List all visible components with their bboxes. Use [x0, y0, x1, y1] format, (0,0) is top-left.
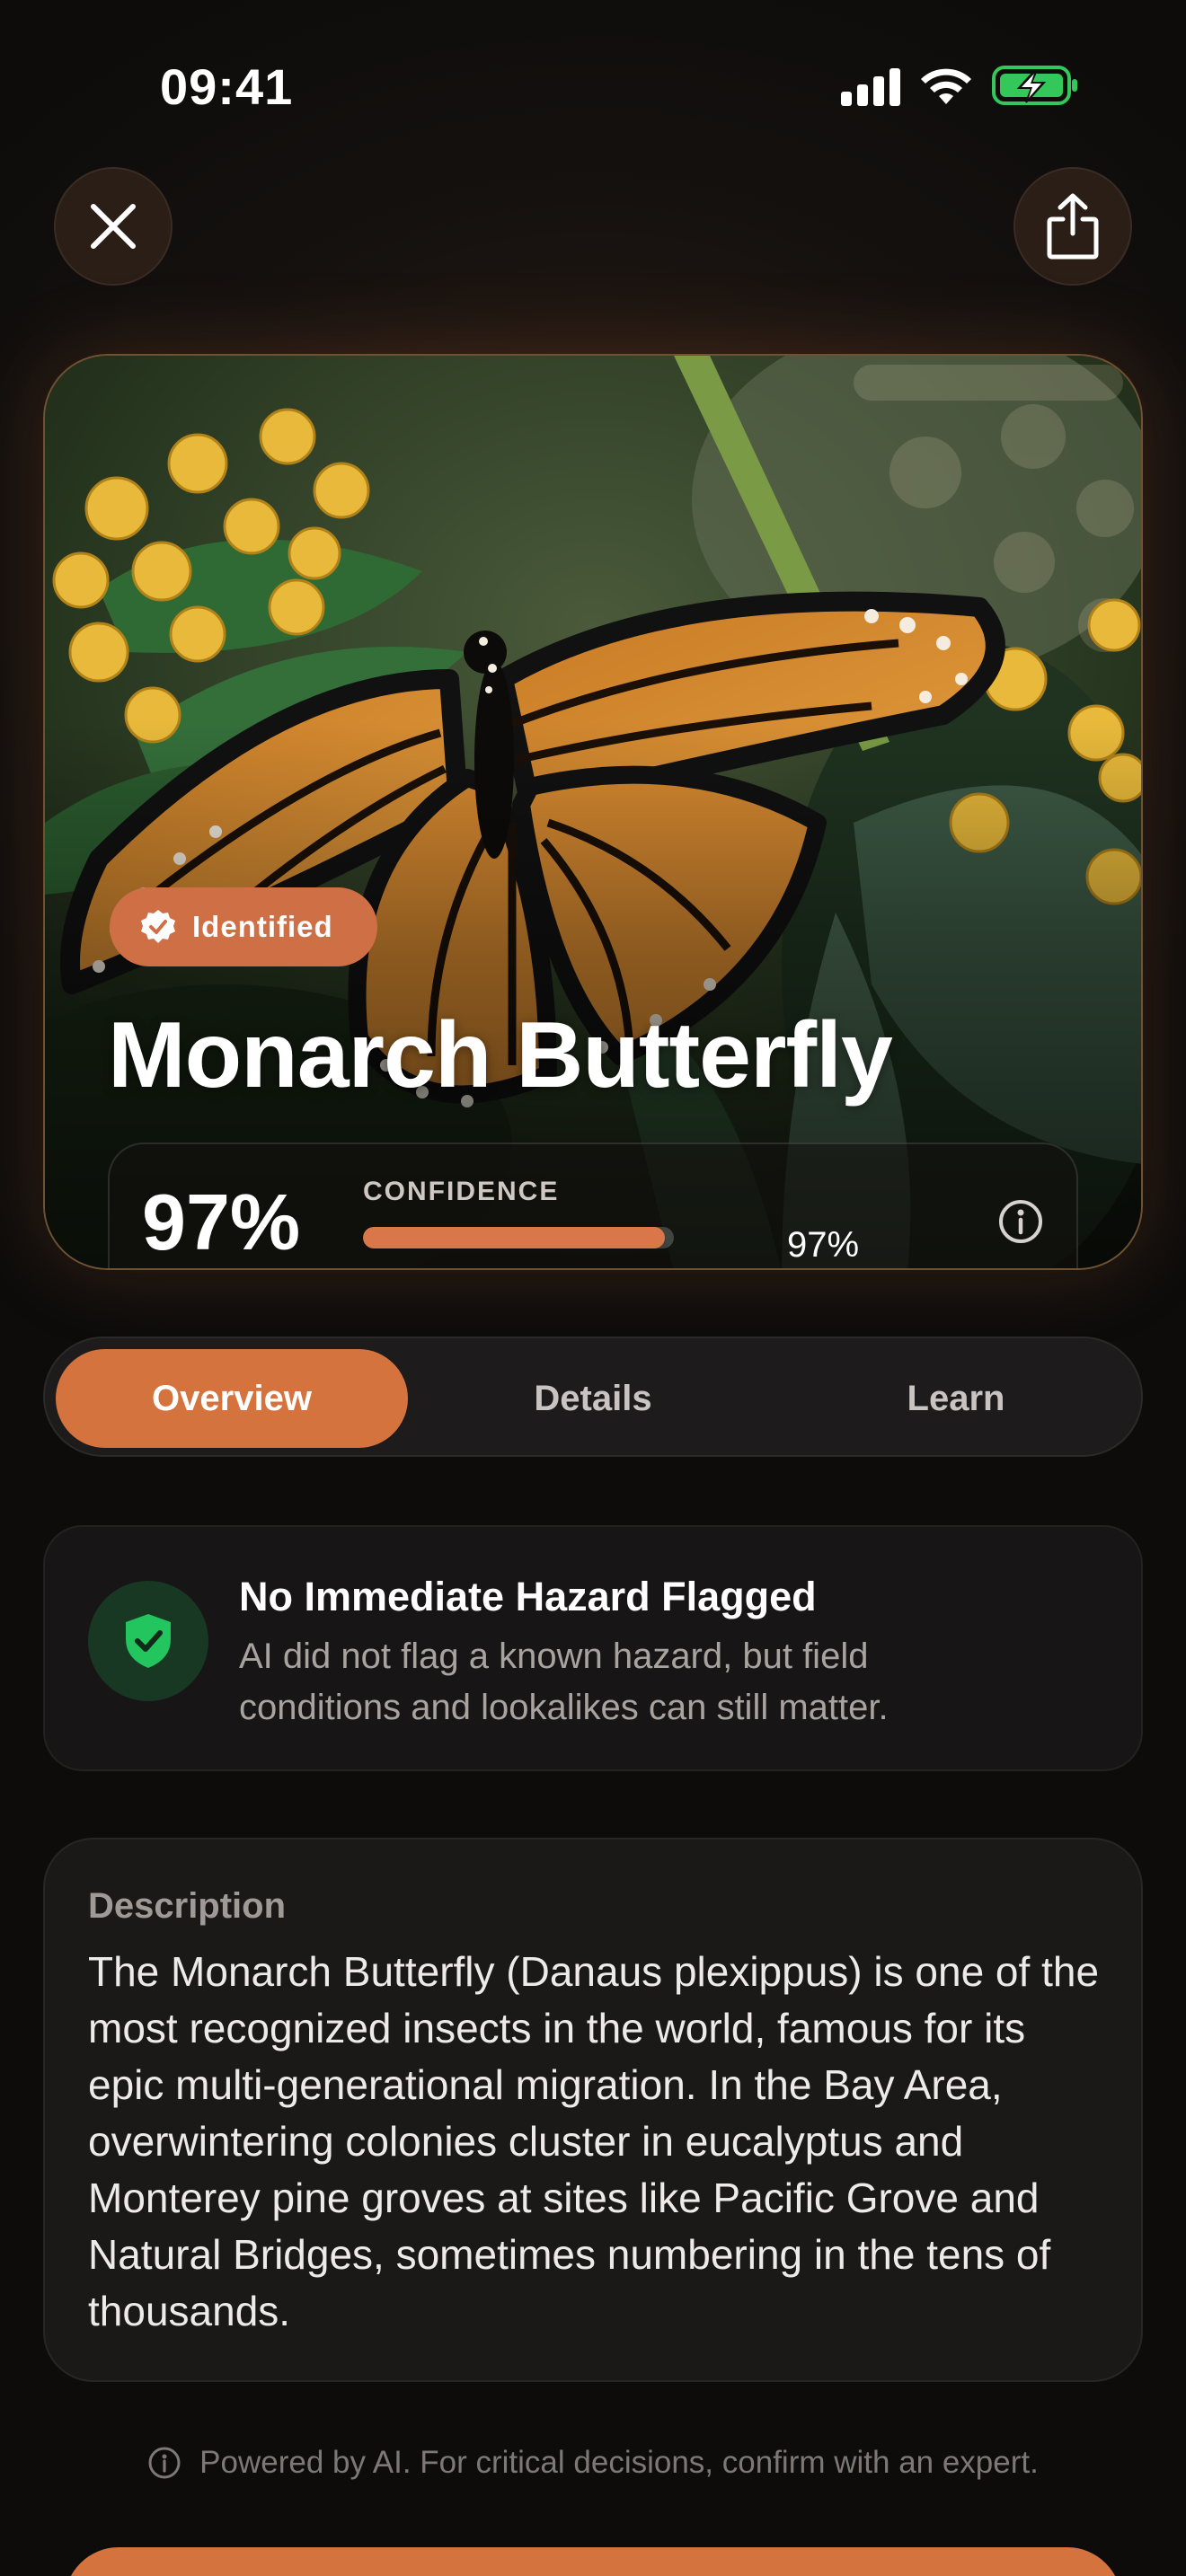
- hazard-description: AI did not flag a known hazard, but fiel…: [239, 1636, 889, 1727]
- tab-details[interactable]: Details: [417, 1349, 769, 1448]
- hazard-title: No Immediate Hazard Flagged: [239, 1574, 817, 1619]
- close-icon: [91, 204, 136, 249]
- status-time: 09:41: [160, 58, 294, 115]
- info-icon: [148, 2447, 181, 2479]
- share-icon: [1047, 193, 1099, 260]
- tab-learn[interactable]: Learn: [780, 1349, 1132, 1448]
- description-card: Description The Monarch Butterfly (Danau…: [43, 1838, 1143, 2382]
- description-text: The Monarch Butterfly (Danaus plexippus)…: [88, 1948, 1100, 2334]
- tab-overview[interactable]: Overview: [56, 1349, 408, 1448]
- share-button[interactable]: [1013, 167, 1132, 286]
- cellular-signal-icon: [841, 68, 902, 106]
- identification-result-screen: 09:41 Identified Monarch Butterfly 97% C…: [0, 0, 1186, 2576]
- tab-bar: Overview Details Learn: [43, 1337, 1143, 1457]
- close-button[interactable]: [54, 167, 173, 286]
- info-icon[interactable]: [997, 1198, 1044, 1245]
- identified-label: Identified: [192, 910, 333, 943]
- confidence-bar-fill: [363, 1227, 665, 1248]
- ai-disclaimer: Powered by AI. For critical decisions, c…: [0, 2445, 1186, 2481]
- hazard-icon-badge: [88, 1581, 208, 1701]
- verified-check-icon: [141, 910, 175, 943]
- battery-charging-icon: [992, 66, 1077, 105]
- identified-badge: Identified: [110, 887, 377, 966]
- ai-disclaimer-text: Powered by AI. For critical decisions, c…: [199, 2445, 1039, 2480]
- confidence-percent: 97%: [142, 1178, 301, 1266]
- primary-action-button[interactable]: [65, 2547, 1121, 2576]
- description-label: Description: [88, 1886, 287, 1926]
- hero-card: Identified Monarch Butterfly 97% CONFIDE…: [43, 354, 1143, 1270]
- status-bar: 09:41: [0, 0, 1186, 171]
- hazard-card: No Immediate Hazard Flagged AI did not f…: [43, 1525, 1143, 1771]
- hero-gradient-overlay: [45, 356, 1141, 1268]
- confidence-bar: [363, 1227, 674, 1248]
- confidence-panel: 97% CONFIDENCE 97%: [108, 1142, 1078, 1268]
- species-title: Monarch Butterfly: [108, 1003, 893, 1107]
- shield-check-icon: [126, 1614, 171, 1668]
- confidence-label: CONFIDENCE: [363, 1177, 560, 1206]
- confidence-value: 97%: [787, 1225, 860, 1265]
- wifi-icon: [921, 68, 971, 104]
